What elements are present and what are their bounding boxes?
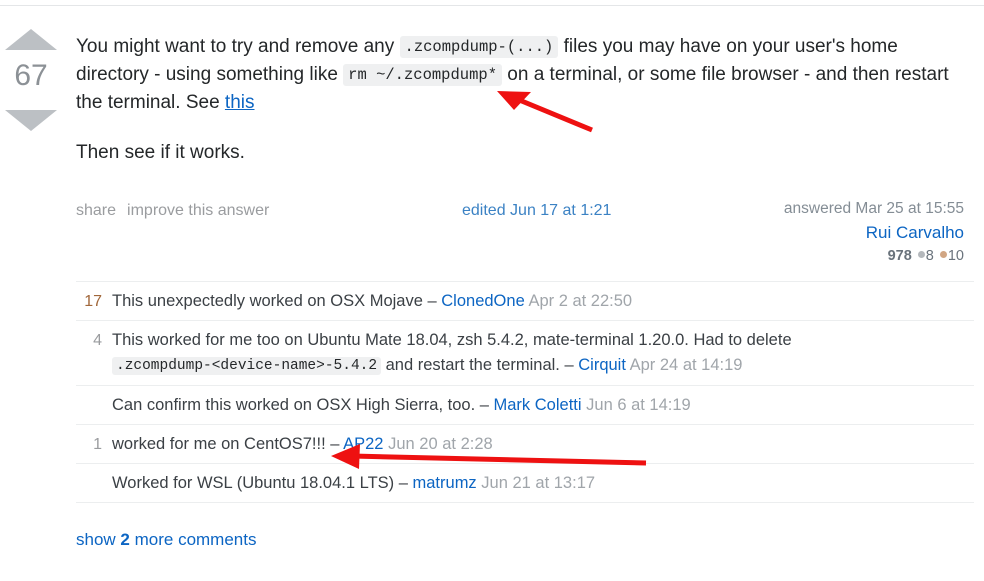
comment-row: 1 worked for me on CentOS7!!! – AP22 Jun… bbox=[76, 425, 974, 464]
comment-text-tail: and restart the terminal. bbox=[381, 356, 560, 374]
bronze-badge-icon bbox=[939, 251, 947, 258]
comment-text: worked for me on CentOS7!!! bbox=[112, 435, 326, 453]
comment-body: worked for me on CentOS7!!! – AP22 Jun 2… bbox=[112, 432, 974, 457]
comment-date[interactable]: Jun 21 at 13:17 bbox=[481, 474, 595, 492]
comment-dash: – bbox=[394, 474, 413, 492]
comment-author-link[interactable]: Mark Coletti bbox=[494, 396, 582, 414]
comment-body: Worked for WSL (Ubuntu 18.04.1 LTS) – ma… bbox=[112, 471, 974, 496]
silver-badge-count: 8 bbox=[925, 248, 934, 264]
comment-date[interactable]: Jun 20 at 2:28 bbox=[388, 435, 493, 453]
user-signature-card: answered Mar 25 at 15:55 Rui Carvalho 97… bbox=[784, 198, 964, 267]
triangle-down-icon[interactable] bbox=[5, 110, 57, 131]
this-link[interactable]: this bbox=[225, 92, 255, 113]
show-more-suffix: more comments bbox=[129, 530, 257, 549]
inline-code-zcompdump-pattern: .zcompdump-(...) bbox=[399, 36, 559, 58]
comment-date[interactable]: Apr 24 at 14:19 bbox=[630, 356, 743, 374]
comment-row: 4 This worked for me too on Ubuntu Mate … bbox=[76, 321, 974, 386]
comment-dash: – bbox=[475, 396, 494, 414]
comment-date[interactable]: Jun 6 at 14:19 bbox=[586, 396, 691, 414]
comment-dash: – bbox=[325, 435, 344, 453]
improve-answer-link[interactable]: improve this answer bbox=[127, 202, 269, 219]
comment-author-link[interactable]: ClonedOne bbox=[441, 292, 524, 310]
comment-score: 17 bbox=[84, 293, 102, 310]
comment-body: Can confirm this worked on OSX High Sier… bbox=[112, 393, 974, 418]
comment-author-link[interactable]: AP22 bbox=[343, 435, 383, 453]
comment-body: This unexpectedly worked on OSX Mojave –… bbox=[112, 289, 974, 314]
answer-paragraph-1: You might want to try and remove any .zc… bbox=[76, 33, 974, 117]
share-link[interactable]: share bbox=[76, 202, 116, 219]
answer-text-1: You might want to try and remove any bbox=[76, 36, 400, 57]
vote-score: 67 bbox=[14, 59, 48, 92]
comment-dash: – bbox=[422, 292, 442, 310]
bronze-badge-count: 10 bbox=[947, 248, 964, 264]
comment-score: 4 bbox=[93, 332, 102, 349]
comments-list: 17 This unexpectedly worked on OSX Mojav… bbox=[76, 281, 974, 503]
vote-cell: 67 bbox=[0, 18, 62, 131]
comment-body: This worked for me too on Ubuntu Mate 18… bbox=[112, 328, 974, 379]
answer-body: You might want to try and remove any .zc… bbox=[76, 33, 974, 167]
top-divider bbox=[0, 5, 984, 6]
triangle-up-icon[interactable] bbox=[5, 29, 57, 50]
comment-row: Can confirm this worked on OSX High Sier… bbox=[76, 386, 974, 425]
show-more-prefix: show bbox=[76, 530, 121, 549]
comment-text: This unexpectedly worked on OSX Mojave bbox=[112, 292, 423, 310]
inline-code-rm-command: rm ~/.zcompdump* bbox=[343, 64, 502, 86]
comment-text: This worked for me too on Ubuntu Mate 18… bbox=[112, 331, 792, 349]
comment-text: Can confirm this worked on OSX High Sier… bbox=[112, 396, 476, 414]
show-more-comments-link[interactable]: show 2 more comments bbox=[76, 530, 256, 550]
comment-author-link[interactable]: Cirquit bbox=[578, 356, 626, 374]
comment-row: 17 This unexpectedly worked on OSX Mojav… bbox=[76, 282, 974, 321]
user-badges: 978 8 10 bbox=[784, 246, 964, 267]
comment-row: Worked for WSL (Ubuntu 18.04.1 LTS) – ma… bbox=[76, 464, 974, 503]
author-name-link[interactable]: Rui Carvalho bbox=[784, 222, 964, 243]
comment-date[interactable]: Apr 2 at 22:50 bbox=[528, 292, 632, 310]
comment-text: Worked for WSL (Ubuntu 18.04.1 LTS) bbox=[112, 474, 395, 492]
post-meta-row: share improve this answer edited Jun 17 a… bbox=[76, 198, 974, 268]
reputation-count: 978 bbox=[887, 248, 912, 264]
comment-author-link[interactable]: matrumz bbox=[413, 474, 477, 492]
inline-code-zcompdump-device: .zcompdump-<device-name>-5.4.2 bbox=[112, 357, 382, 375]
silver-badge-icon bbox=[917, 251, 925, 258]
show-more-count: 2 bbox=[120, 530, 130, 549]
comment-score: 1 bbox=[93, 436, 102, 453]
comment-dash: – bbox=[559, 356, 579, 374]
answered-timestamp: answered Mar 25 at 15:55 bbox=[783, 200, 964, 217]
post-actions: share improve this answer bbox=[76, 202, 280, 220]
answer-paragraph-2: Then see if it works. bbox=[76, 142, 245, 163]
edited-timestamp[interactable]: edited Jun 17 at 1:21 bbox=[462, 202, 611, 220]
